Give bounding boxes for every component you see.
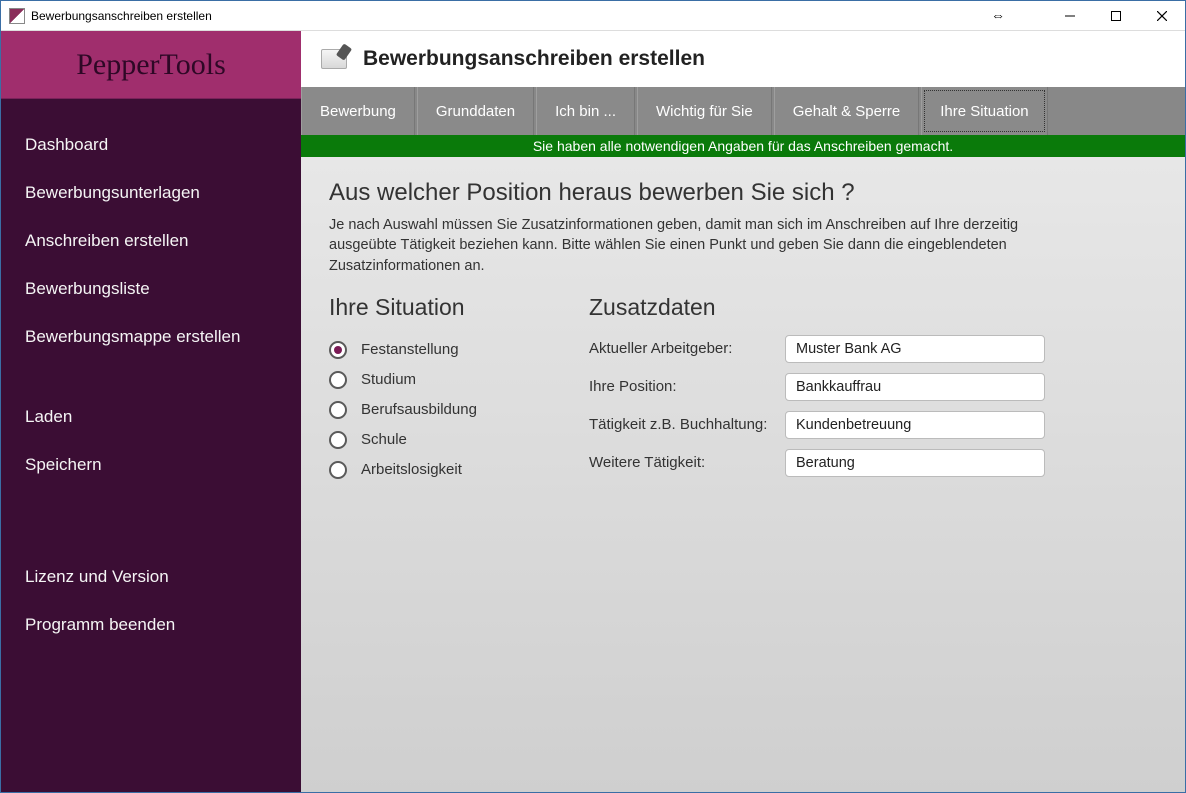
maximize-button[interactable] bbox=[1093, 1, 1139, 31]
sidebar-item-laden[interactable]: Laden bbox=[1, 393, 301, 441]
close-button[interactable] bbox=[1139, 1, 1185, 31]
radio-berufsausbildung[interactable]: Berufsausbildung bbox=[329, 395, 549, 425]
sidebar-item-anschreiben-erstellen[interactable]: Anschreiben erstellen bbox=[1, 217, 301, 265]
app-icon bbox=[9, 8, 25, 24]
tab-gehalt-sperre[interactable]: Gehalt & Sperre bbox=[774, 87, 920, 135]
radio-studium[interactable]: Studium bbox=[329, 365, 549, 395]
tab-grunddaten[interactable]: Grunddaten bbox=[417, 87, 534, 135]
tab-ihre-situation[interactable]: Ihre Situation bbox=[921, 87, 1047, 135]
window-title: Bewerbungsanschreiben erstellen bbox=[31, 9, 212, 23]
minimize-button[interactable] bbox=[1047, 1, 1093, 31]
situation-title: Ihre Situation bbox=[329, 294, 549, 321]
content-header: Bewerbungsanschreiben erstellen bbox=[301, 31, 1185, 87]
radio-festanstellung[interactable]: Festanstellung bbox=[329, 335, 549, 365]
brand-logo: PepperTools bbox=[1, 31, 301, 99]
sidebar-item-lizenz-und-version[interactable]: Lizenz und Version bbox=[1, 553, 301, 601]
radio-label: Schule bbox=[361, 431, 407, 448]
radio-arbeitslosigkeit[interactable]: Arbeitslosigkeit bbox=[329, 455, 549, 485]
tab-bewerbung[interactable]: Bewerbung bbox=[301, 87, 415, 135]
radio-label: Arbeitslosigkeit bbox=[361, 461, 462, 478]
label-position: Ihre Position: bbox=[589, 378, 769, 395]
sidebar-item-bewerbungsunterlagen[interactable]: Bewerbungsunterlagen bbox=[1, 169, 301, 217]
sidebar-item-speichern[interactable]: Speichern bbox=[1, 441, 301, 489]
input-position[interactable] bbox=[785, 373, 1045, 401]
radio-label: Festanstellung bbox=[361, 341, 459, 358]
radio-schule[interactable]: Schule bbox=[329, 425, 549, 455]
radio-icon bbox=[329, 401, 347, 419]
tab-wichtig-fuer-sie[interactable]: Wichtig für Sie bbox=[637, 87, 772, 135]
tab-ich-bin[interactable]: Ich bin ... bbox=[536, 87, 635, 135]
label-weitere-taetigkeit: Weitere Tätigkeit: bbox=[589, 454, 769, 471]
sidebar-item-bewerbungsmappe-erstellen[interactable]: Bewerbungsmappe erstellen bbox=[1, 313, 301, 361]
sidebar-item-programm-beenden[interactable]: Programm beenden bbox=[1, 601, 301, 649]
resize-horizontal-icon: ⇔ bbox=[991, 7, 1005, 23]
page-title: Bewerbungsanschreiben erstellen bbox=[363, 47, 705, 71]
sidebar-item-dashboard[interactable]: Dashboard bbox=[1, 121, 301, 169]
status-strip: Sie haben alle notwendigen Angaben für d… bbox=[301, 135, 1185, 157]
tab-strip: Bewerbung Grunddaten Ich bin ... Wichtig… bbox=[301, 87, 1185, 135]
input-arbeitgeber[interactable] bbox=[785, 335, 1045, 363]
panel-heading: Aus welcher Position heraus bewerben Sie… bbox=[329, 179, 1157, 207]
radio-label: Studium bbox=[361, 371, 416, 388]
input-taetigkeit[interactable] bbox=[785, 411, 1045, 439]
sidebar: PepperTools Dashboard Bewerbungsunterlag… bbox=[1, 31, 301, 792]
radio-icon bbox=[329, 431, 347, 449]
radio-label: Berufsausbildung bbox=[361, 401, 477, 418]
input-weitere-taetigkeit[interactable] bbox=[785, 449, 1045, 477]
panel-description: Je nach Auswahl müssen Sie Zusatzinforma… bbox=[329, 215, 1049, 276]
compose-icon bbox=[321, 49, 347, 69]
label-arbeitgeber: Aktueller Arbeitgeber: bbox=[589, 340, 769, 357]
panel: Aus welcher Position heraus bewerben Sie… bbox=[301, 157, 1185, 509]
label-taetigkeit: Tätigkeit z.B. Buchhaltung: bbox=[589, 416, 769, 433]
radio-icon bbox=[329, 461, 347, 479]
window-titlebar: Bewerbungsanschreiben erstellen ⇔ bbox=[1, 1, 1185, 31]
sidebar-item-bewerbungsliste[interactable]: Bewerbungsliste bbox=[1, 265, 301, 313]
content-area: Bewerbungsanschreiben erstellen Bewerbun… bbox=[301, 31, 1185, 792]
radio-icon bbox=[329, 371, 347, 389]
extras-title: Zusatzdaten bbox=[589, 294, 1045, 321]
radio-icon bbox=[329, 341, 347, 359]
